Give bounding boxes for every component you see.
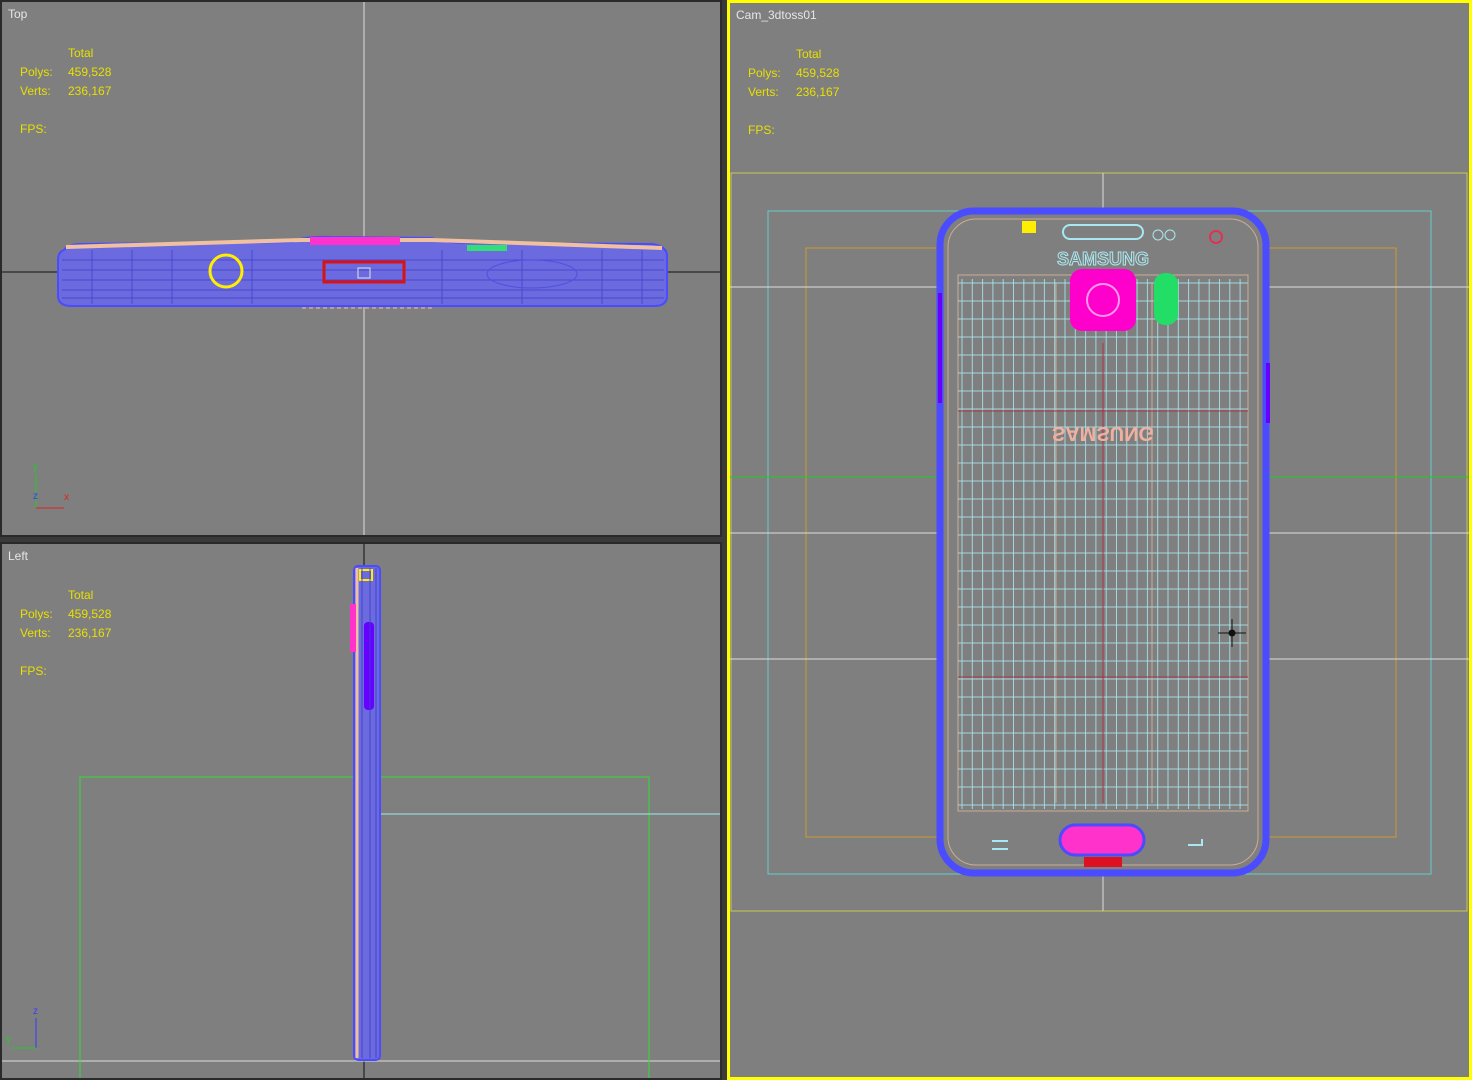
verts-label: Verts: — [20, 84, 51, 98]
fps-label: FPS: — [748, 123, 775, 137]
home-button — [1058, 823, 1146, 857]
polys-label: Polys: — [20, 607, 53, 621]
polys-label: Polys: — [748, 66, 781, 80]
fps-label: FPS: — [20, 122, 47, 136]
verts-label: Verts: — [20, 626, 51, 640]
verts-value: 236,167 — [796, 85, 840, 99]
camera-bump-top — [310, 237, 400, 245]
camera-view-scene[interactable]: SAMSUNG SAMSUNG — [730, 3, 1469, 1077]
axis-z-label: z — [33, 491, 38, 502]
axis-tripod-icon: y z x — [30, 460, 80, 514]
samsung-logo-back: SAMSUNG — [1057, 249, 1149, 269]
flash-led — [1154, 273, 1178, 325]
stats-header: Total — [796, 47, 822, 61]
viewport-camera[interactable]: SAMSUNG SAMSUNG Cam_3dtoss01 Total Polys… — [727, 0, 1472, 1080]
fps-label: FPS: — [20, 664, 47, 678]
verts-value: 236,167 — [68, 84, 112, 98]
stats-overlay: Total Polys: 459,528 Verts: 236,167 FPS: — [20, 586, 111, 681]
viewport-top[interactable]: Top Total Polys: 459,528 Verts: 236,167 FP… — [0, 0, 722, 537]
viewport-label[interactable]: Cam_3dtoss01 — [736, 8, 817, 22]
verts-label: Verts: — [748, 85, 779, 99]
verts-value: 236,167 — [68, 626, 112, 640]
axis-y-label: y — [6, 1034, 11, 1045]
viewport-left[interactable]: Left Total Polys: 459,528 Verts: 236,167 F… — [0, 542, 722, 1080]
flash-top — [467, 245, 507, 251]
viewport-label[interactable]: Left — [8, 549, 28, 563]
stats-header: Total — [68, 46, 94, 60]
stats-overlay: Total Polys: 459,528 Verts: 236,167 FPS: — [20, 44, 111, 139]
stats-header: Total — [68, 588, 94, 602]
polys-value: 459,528 — [796, 66, 840, 80]
polys-value: 459,528 — [68, 607, 112, 621]
stats-overlay: Total Polys: 459,528 Verts: 236,167 FPS: — [748, 45, 839, 140]
polys-label: Polys: — [20, 65, 53, 79]
samsung-logo-mirrored: SAMSUNG — [1052, 422, 1154, 444]
axis-z-label: z — [33, 1006, 38, 1017]
rear-camera-lens — [1070, 269, 1136, 331]
viewport-label[interactable]: Top — [8, 7, 27, 21]
sensor-highlight — [1022, 221, 1036, 233]
side-button — [364, 622, 374, 710]
polys-value: 459,528 — [68, 65, 112, 79]
axis-x-label: x — [64, 492, 69, 503]
axis-tripod-icon: z y — [6, 1004, 52, 1058]
axis-y-label: y — [33, 462, 38, 473]
